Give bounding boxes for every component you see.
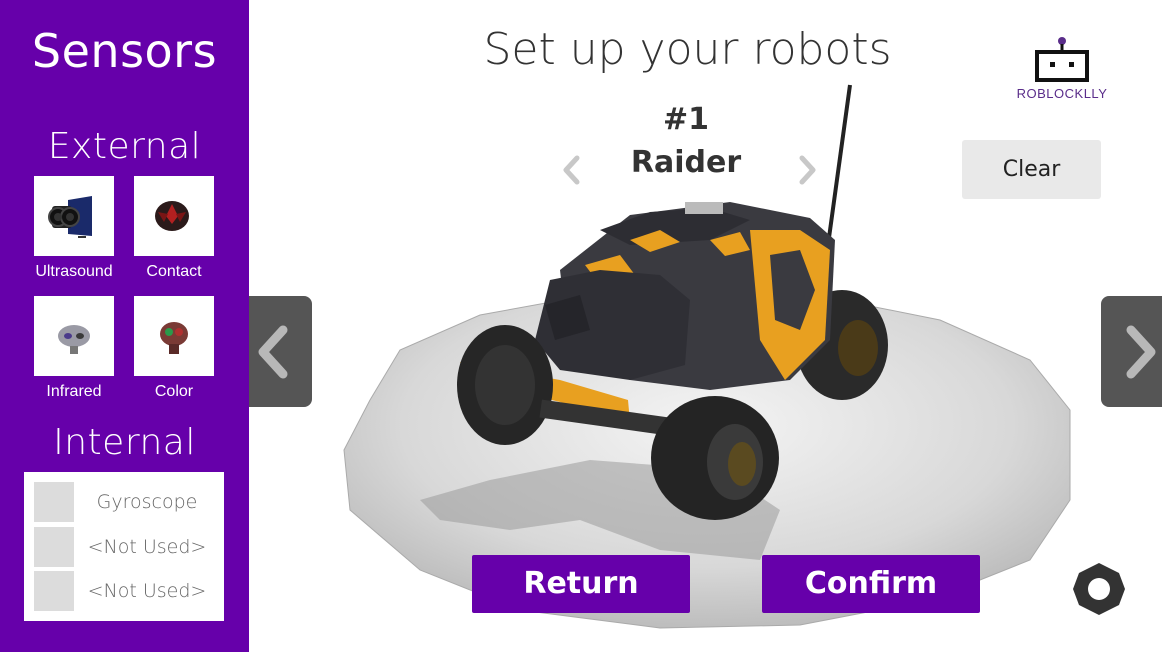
- external-heading: External: [47, 126, 202, 167]
- chevron-left-icon: [258, 325, 288, 379]
- infrared-sensor-tile[interactable]: [34, 296, 114, 376]
- sidebar-title: Sensors: [31, 24, 218, 78]
- robot-number: #1: [662, 102, 709, 137]
- color-sensor-tile[interactable]: [134, 296, 214, 376]
- chevron-right-icon: [799, 155, 816, 185]
- slot-label: Gyroscope: [96, 491, 198, 513]
- ultrasound-sensor-tile[interactable]: [34, 176, 114, 256]
- internal-slot-3[interactable]: <Not Used>: [34, 571, 214, 611]
- internal-heading: Internal: [53, 422, 196, 463]
- color-label: Color: [154, 383, 194, 400]
- slot-checkbox[interactable]: [34, 482, 74, 522]
- infrared-sensor-icon: [58, 325, 90, 354]
- ultrasound-sensor-icon: [48, 196, 92, 238]
- chevron-left-icon: [563, 155, 580, 185]
- confirm-button[interactable]: Confirm: [762, 555, 980, 613]
- contact-sensor-icon: [155, 201, 189, 231]
- page-title: Set up your robots: [483, 24, 892, 75]
- internal-slot-2[interactable]: <Not Used>: [34, 527, 214, 567]
- next-robot-button[interactable]: [794, 150, 822, 190]
- slot-label: <Not Used>: [87, 580, 207, 602]
- contact-sensor-tile[interactable]: [134, 176, 214, 256]
- slot-label: <Not Used>: [87, 536, 207, 558]
- next-page-button[interactable]: [1101, 296, 1162, 407]
- logo-text: ROBLOCKLLY: [1016, 86, 1108, 101]
- slot-checkbox[interactable]: [34, 527, 74, 567]
- previous-page-button[interactable]: [249, 296, 312, 407]
- previous-robot-button[interactable]: [557, 150, 585, 190]
- robot-name: Raider: [630, 145, 742, 180]
- contact-label: Contact: [146, 263, 202, 280]
- chevron-right-icon: [1126, 325, 1156, 379]
- infrared-label: Infrared: [46, 383, 102, 400]
- settings-gear-icon[interactable]: [1071, 561, 1127, 617]
- slot-checkbox[interactable]: [34, 571, 74, 611]
- internal-slot-gyroscope[interactable]: Gyroscope: [34, 482, 214, 522]
- return-button[interactable]: Return: [472, 555, 690, 613]
- internal-sensors-panel: Gyroscope <Not Used> <Not Used>: [24, 472, 224, 621]
- clear-button[interactable]: Clear: [962, 140, 1101, 199]
- color-sensor-icon: [160, 322, 188, 354]
- sensors-sidebar: Sensors External Ultrasound Contact Infr…: [0, 0, 249, 652]
- ultrasound-label: Ultrasound: [35, 263, 113, 280]
